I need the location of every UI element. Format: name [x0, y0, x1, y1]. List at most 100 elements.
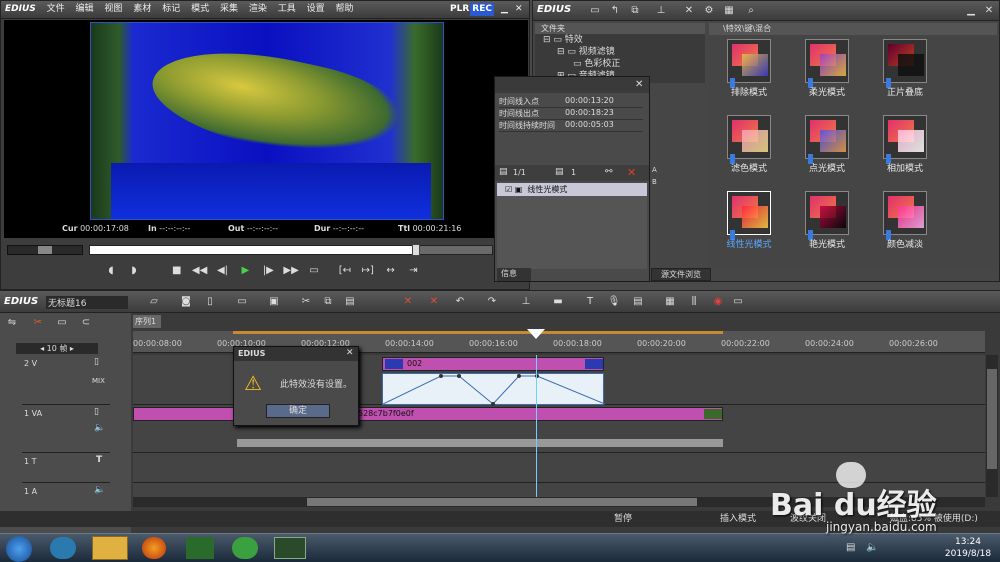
- zoom-select[interactable]: ◂ 10 帧 ▸: [16, 343, 98, 354]
- taskbar-app2-icon[interactable]: [232, 537, 258, 559]
- menu-tools[interactable]: 工具: [274, 1, 300, 17]
- transparency-curve[interactable]: [382, 373, 605, 406]
- video-toggle-icon[interactable]: ▯: [94, 357, 99, 367]
- shuttle-handle[interactable]: [38, 246, 52, 254]
- link-icon[interactable]: ⚯: [605, 167, 613, 177]
- effect-thumbnail-linearlight[interactable]: [727, 191, 771, 240]
- delete-icon[interactable]: ✕: [681, 4, 697, 18]
- title-icon[interactable]: T: [582, 295, 598, 309]
- effect-thumbnail-exclusion[interactable]: [727, 39, 771, 88]
- effect-thumbnail-multiply[interactable]: [883, 39, 927, 88]
- taskbar-app-icon[interactable]: [50, 537, 76, 559]
- menu-edit[interactable]: 编辑: [72, 1, 98, 17]
- new-icon[interactable]: ▯: [202, 295, 218, 309]
- set-in-icon[interactable]: ◖: [103, 264, 119, 278]
- capture-icon[interactable]: ◙: [178, 295, 194, 309]
- remove-filter-icon[interactable]: ✕: [627, 166, 636, 179]
- overwrite-icon[interactable]: ↦]: [360, 264, 376, 278]
- link-clips-icon[interactable]: ⊂: [78, 316, 94, 330]
- loop-icon[interactable]: ▭: [306, 264, 322, 278]
- play-icon[interactable]: ▶: [237, 264, 253, 278]
- clip-v2[interactable]: 002: [382, 357, 604, 371]
- menu-capture[interactable]: 采集: [216, 1, 242, 17]
- effect-thumbnail-softlight[interactable]: [805, 39, 849, 88]
- effect-thumbnail-colordodge[interactable]: [883, 191, 927, 240]
- taskbar-firefox-icon[interactable]: [142, 537, 166, 559]
- sequence-tab[interactable]: 序列1: [133, 315, 161, 328]
- add-timeline-icon[interactable]: ⊥: [653, 4, 669, 18]
- undo-icon[interactable]: ↶: [452, 295, 468, 309]
- marker-icon[interactable]: ⊥: [518, 295, 534, 309]
- open-icon[interactable]: ▭: [234, 295, 250, 309]
- timeline-cursor[interactable]: [536, 355, 537, 501]
- set-out-icon[interactable]: ◗: [126, 264, 142, 278]
- tree-item-video-filters[interactable]: ⊟ ▭ 视频滤镜: [535, 46, 705, 58]
- layout-icon[interactable]: ▭: [730, 295, 746, 309]
- record-icon[interactable]: ◉: [710, 295, 726, 309]
- info-close-button[interactable]: ✕: [635, 79, 643, 90]
- effect-thumbnail-pinlight[interactable]: [805, 115, 849, 164]
- info-tab[interactable]: 信息: [497, 268, 531, 281]
- view-icon[interactable]: ▦: [721, 4, 737, 18]
- grid-icon[interactable]: ▦: [662, 295, 678, 309]
- mixer-icon[interactable]: ⫼: [686, 295, 702, 309]
- menu-render[interactable]: 渲染: [245, 1, 271, 17]
- bin-close-button[interactable]: ✕: [981, 4, 997, 18]
- insert-icon[interactable]: [↤: [337, 264, 353, 278]
- mic-icon[interactable]: 🎙: [606, 295, 622, 309]
- save-icon[interactable]: ▣: [266, 295, 282, 309]
- fast-forward-icon[interactable]: ▶▶: [283, 264, 299, 278]
- mode-icon[interactable]: ⇋: [4, 316, 20, 330]
- taskbar-edius2-icon[interactable]: [274, 537, 306, 559]
- add-clip-icon[interactable]: ⧉: [627, 4, 643, 18]
- tree-item-effects[interactable]: ⊟ ▭ 特效: [535, 34, 705, 46]
- search-icon[interactable]: ⌕: [743, 4, 759, 18]
- minimize-button[interactable]: ▁: [501, 1, 508, 17]
- copy-icon[interactable]: ⧉: [320, 295, 336, 309]
- sequence-icon[interactable]: ▱: [146, 295, 162, 309]
- title-track-icon[interactable]: T: [96, 455, 102, 465]
- scroll-thumb[interactable]: [307, 498, 697, 506]
- rewind-icon[interactable]: ◀◀: [192, 264, 208, 278]
- dialog-ok-button[interactable]: 确定: [266, 404, 330, 418]
- dialog-close-button[interactable]: ✕: [346, 348, 354, 358]
- render-icon[interactable]: ▬: [550, 295, 566, 309]
- properties-icon[interactable]: ⚙: [701, 4, 717, 18]
- playhead-marker[interactable]: [527, 329, 545, 339]
- snap-icon[interactable]: ✂: [30, 316, 46, 330]
- clock[interactable]: 13:24 2019/8/18: [940, 536, 996, 560]
- stop-icon[interactable]: ■: [169, 264, 185, 278]
- clip-va[interactable]: 528c7b7f0e0f: [133, 407, 723, 421]
- paste-icon[interactable]: ▤: [342, 295, 358, 309]
- shuttle-slider[interactable]: [7, 245, 83, 255]
- video-toggle-icon[interactable]: ▯: [94, 407, 99, 417]
- effect-thumbnail-add[interactable]: [883, 115, 927, 164]
- taskbar-explorer-icon[interactable]: [92, 536, 128, 560]
- tray-volume-icon[interactable]: 🔈: [866, 542, 878, 553]
- plr-rec-toggle[interactable]: PLR REC: [449, 3, 494, 16]
- source-browser-tab[interactable]: 源文件浏览: [651, 268, 711, 281]
- ripple-delete-icon[interactable]: ✕: [400, 295, 416, 309]
- folder-icon[interactable]: ▭: [587, 4, 603, 18]
- menu-marker[interactable]: 标记: [158, 1, 184, 17]
- menu-file[interactable]: 文件: [43, 1, 69, 17]
- effect-thumbnail-vividlight[interactable]: [805, 191, 849, 240]
- menu-settings[interactable]: 设置: [303, 1, 329, 17]
- up-icon[interactable]: ↰: [607, 4, 623, 18]
- step-forward-icon[interactable]: |▶: [260, 264, 276, 278]
- effect-thumbnail-screen[interactable]: [727, 115, 771, 164]
- filter-item[interactable]: ☑ ▣ 线性光模式: [497, 183, 647, 196]
- menu-clip[interactable]: 素材: [129, 1, 155, 17]
- menu-view[interactable]: 视图: [100, 1, 126, 17]
- redo-icon[interactable]: ↷: [484, 295, 500, 309]
- start-button[interactable]: [6, 536, 32, 562]
- tray-network-icon[interactable]: ▤: [846, 542, 855, 553]
- step-back-icon[interactable]: ◀|: [215, 264, 231, 278]
- playhead-handle[interactable]: [412, 244, 420, 256]
- speaker-icon[interactable]: 🔈: [94, 423, 105, 433]
- menu-mode[interactable]: 模式: [187, 1, 213, 17]
- sync-icon[interactable]: ▭: [54, 316, 70, 330]
- menu-help[interactable]: 帮助: [332, 1, 358, 17]
- export-file-icon[interactable]: ▤: [630, 295, 646, 309]
- trim-icon[interactable]: ↔: [383, 264, 399, 278]
